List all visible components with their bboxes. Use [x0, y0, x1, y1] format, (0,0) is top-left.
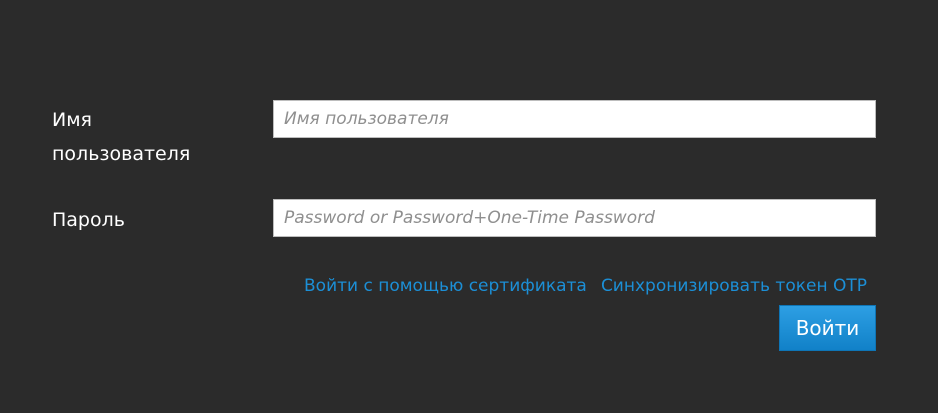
username-label-line1: Имя	[52, 109, 92, 131]
sync-otp-token-link[interactable]: Синхронизировать токен OTP	[601, 272, 867, 300]
certificate-login-link[interactable]: Войти с помощью сертификата	[304, 272, 587, 300]
username-label: Имя пользователя	[52, 103, 252, 171]
username-input[interactable]	[273, 100, 876, 138]
login-button[interactable]: Войти	[779, 305, 876, 351]
password-label: Пароль	[52, 209, 125, 231]
password-input[interactable]	[273, 199, 876, 237]
username-label-line2: пользователя	[52, 143, 191, 165]
